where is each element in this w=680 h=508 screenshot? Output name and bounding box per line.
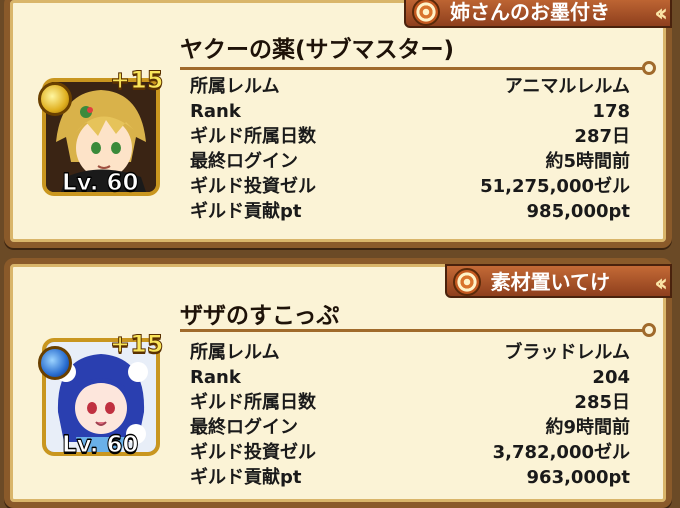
stat-label: ギルド貢献pt [190, 201, 302, 222]
yellow-star-orb-icon [38, 82, 72, 116]
plus-level: +15 [110, 66, 165, 95]
stat-row-invest: ギルド投資ゼル 3,782,000ゼル [190, 440, 630, 465]
member-card[interactable]: 姉さんのお墨付き ‹‹ ヤクーの薬(サブマスター) +15 Lv. 60 所属レ… [4, 0, 672, 248]
member-card[interactable]: 素材置いてけ ‹‹ ザザのすこっぷ +15 Lv. 60 所属レルム ブラッドレ… [4, 258, 672, 508]
stat-row-realm: 所属レルム アニマルレルム [190, 74, 630, 99]
stat-label: ギルド所属日数 [190, 126, 316, 147]
stat-value: 178 [592, 101, 630, 122]
stat-label: Rank [190, 101, 241, 122]
stat-label: ギルド所属日数 [190, 392, 316, 413]
stat-label: 最終ログイン [190, 417, 298, 438]
stat-row-realm: 所属レルム ブラッドレルム [190, 340, 630, 365]
swirl-icon [452, 268, 481, 296]
stats-table: 所属レルム ブラッドレルム Rank 204 ギルド所属日数 285日 最終ログ… [190, 340, 630, 490]
stat-label: 所属レルム [190, 76, 280, 97]
stat-value: 3,782,000ゼル [492, 442, 630, 463]
stat-row-days: ギルド所属日数 287日 [190, 124, 630, 149]
stat-value: 204 [592, 367, 630, 388]
title-badge: 素材置いてけ ‹‹ [444, 264, 672, 298]
stat-label: ギルド投資ゼル [190, 176, 316, 197]
stat-value: 985,000pt [526, 201, 630, 222]
stat-label: ギルド貢献pt [190, 467, 302, 488]
member-name: ザザのすこっぷ [180, 303, 340, 329]
stat-row-rank: Rank 178 [190, 99, 630, 124]
level-label: Lv. 60 [62, 432, 140, 459]
stat-value: 287日 [574, 126, 630, 147]
stat-value: 285日 [574, 392, 630, 413]
member-name: ヤクーの薬(サブマスター) [180, 37, 455, 63]
swirl-icon [412, 0, 440, 26]
stat-row-invest: ギルド投資ゼル 51,275,000ゼル [190, 174, 630, 199]
stat-row-contrib: ギルド貢献pt 985,000pt [190, 199, 630, 224]
stat-row-rank: Rank 204 [190, 365, 630, 390]
plus-level: +15 [110, 330, 165, 359]
stat-row-contrib: ギルド貢献pt 963,000pt [190, 465, 630, 490]
stat-row-login: 最終ログイン 約5時間前 [190, 149, 630, 174]
stat-value: 963,000pt [526, 467, 630, 488]
title-badge-label: 姉さんのお墨付き [450, 0, 610, 24]
title-badge: 姉さんのお墨付き ‹‹ [404, 0, 672, 28]
level-label: Lv. 60 [62, 170, 140, 197]
stat-row-days: ギルド所属日数 285日 [190, 390, 630, 415]
chevron-left-icon: ‹‹ [654, 269, 668, 297]
blue-water-orb-icon [38, 346, 72, 380]
stat-row-login: 最終ログイン 約9時間前 [190, 415, 630, 440]
stat-value: 51,275,000ゼル [480, 176, 630, 197]
chevron-left-icon: ‹‹ [654, 0, 668, 27]
stat-value: 約5時間前 [545, 151, 630, 172]
divider [180, 323, 656, 337]
stat-label: 所属レルム [190, 342, 280, 363]
stat-label: Rank [190, 367, 241, 388]
title-badge-label: 素材置いてけ [490, 270, 610, 294]
stat-value: ブラッドレルム [504, 342, 630, 363]
stat-label: ギルド投資ゼル [190, 442, 316, 463]
stat-value: 約9時間前 [545, 417, 630, 438]
stats-table: 所属レルム アニマルレルム Rank 178 ギルド所属日数 287日 最終ログ… [190, 74, 630, 224]
stat-label: 最終ログイン [190, 151, 298, 172]
divider [180, 61, 656, 75]
stat-value: アニマルレルム [504, 76, 630, 97]
